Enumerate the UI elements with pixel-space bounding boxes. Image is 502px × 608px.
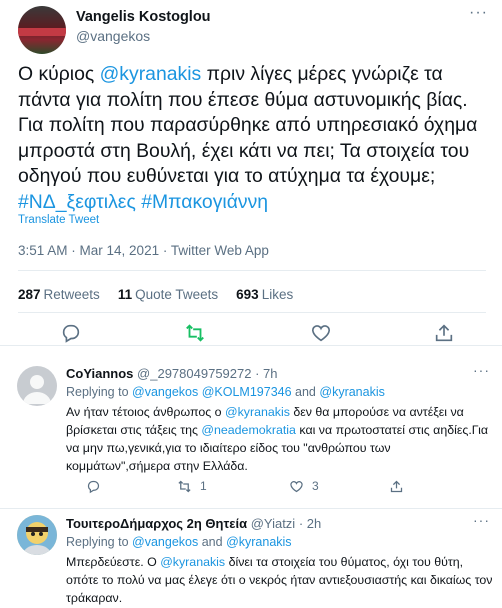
mention-link[interactable]: @kyranakis [160,555,225,569]
reply-author-name[interactable]: ΤουιτεροΔήμαρχος 2η Θητεία [66,516,247,531]
mention-link[interactable]: @vangekos [132,385,198,399]
like-icon[interactable] [310,322,332,344]
more-icon[interactable]: ··· [469,4,488,22]
avatar[interactable] [18,6,66,54]
mention-link[interactable]: @kyranakis [100,63,202,85]
tweet-source[interactable]: Twitter Web App [171,243,269,258]
mention-link[interactable]: @kyranakis [225,405,290,419]
divider [18,270,486,271]
quotes-count: 11 [117,287,133,302]
reply-header: CoYiannos @_2978049759272 · 7h [66,366,278,381]
reply-icon[interactable] [86,478,109,494]
replying-label: Replying to [66,385,129,399]
tweet-date[interactable]: Mar 14, 2021 [80,243,160,258]
likes-stat[interactable]: 693 Likes [236,287,293,302]
hashtag-link[interactable]: #Μπακογιάννη [141,191,268,213]
retweet-button[interactable]: 1 [177,478,207,494]
tweet-meta: 3:51 AM · Mar 14, 2021 · Twitter Web App [18,243,269,258]
likes-count: 693 [236,287,259,302]
like-button[interactable]: 3 [289,478,319,494]
reply-time[interactable]: 2h [307,516,321,531]
avatar-stripe [18,28,66,36]
translate-tweet-link[interactable]: Translate Tweet [18,214,99,226]
reply-text: Μπερδεύεστε. Ο @kyranakis δίνει τα στοιχ… [66,553,496,607]
reply-author-name[interactable]: CoYiannos [66,366,133,381]
reply-text-part: Μπερδεύεστε. Ο [66,555,161,569]
tweet-text: Ο κύριος @kyranakis πριν λίγες μέρες γνώ… [18,62,488,215]
quotes-stat[interactable]: 11 Quote Tweets [118,287,218,302]
retweets-count: 287 [18,287,41,302]
avatar[interactable] [17,366,57,406]
reply-tweet[interactable]: ΤουιτεροΔήμαρχος 2η Θητεία @Yiatzi · 2h … [0,509,502,608]
replying-label: Replying to [66,535,129,549]
retweet-icon [178,480,191,492]
reply-time[interactable]: 7h [263,366,277,381]
author-name[interactable]: Vangelis Kostoglou [76,9,211,25]
like-count: 3 [312,479,319,493]
like-icon [290,480,303,492]
mention-link[interactable]: @vangekos [132,535,198,549]
tweet-text-part: Ο κύριος [18,63,100,85]
replying-and: and [201,535,223,549]
replying-to: Replying to @vangekos @KOLM197346 and @k… [66,385,385,399]
mention-link[interactable]: @KOLM197346 [202,385,292,399]
replying-to: Replying to @vangekos and @kyranakis [66,535,292,549]
more-icon[interactable]: ··· [473,512,490,528]
likes-label: Likes [261,287,294,302]
mention-link[interactable]: @kyranakis [226,535,292,549]
reply-text-part: Αν ήταν τέτοιος άνθρωπος ο [66,405,225,419]
hashtag-link[interactable]: #ΝΔ_ξεφτιλες [18,191,136,213]
reply-tweet[interactable]: CoYiannos @_2978049759272 · 7h ··· Reply… [0,346,502,508]
reply-header: ΤουιτεροΔήμαρχος 2η Θητεία @Yiatzi · 2h [66,516,322,531]
avatar[interactable] [17,515,57,555]
reply-actions: 1 3 [66,478,486,494]
divider [18,312,486,313]
retweet-icon[interactable] [184,322,206,344]
reply-icon[interactable] [60,322,82,344]
mention-link[interactable]: @neademokratia [201,423,296,437]
tweet-stats: 287 Retweets 11 Quote Tweets 693 Likes [18,287,293,302]
more-icon[interactable]: ··· [473,362,490,378]
main-tweet: Vangelis Kostoglou @vangekos ··· Ο κύριο… [0,0,502,345]
reply-author-handle[interactable]: @_2978049759272 [137,366,251,381]
retweet-count: 1 [200,479,207,493]
retweets-label: Retweets [43,287,100,302]
share-icon[interactable] [389,478,412,494]
retweets-stat[interactable]: 287 Retweets [18,287,100,302]
quotes-label: Quote Tweets [135,287,219,302]
mention-link[interactable]: @kyranakis [319,385,385,399]
reply-author-handle[interactable]: @Yiatzi [251,516,296,531]
tweet-actions [0,322,502,344]
author-handle[interactable]: @vangekos [76,28,150,44]
tweet-time[interactable]: 3:51 AM [18,243,68,258]
replying-and: and [295,385,316,399]
reply-text: Αν ήταν τέτοιος άνθρωπος ο @kyranakis δε… [66,403,496,475]
share-icon[interactable] [433,322,455,344]
